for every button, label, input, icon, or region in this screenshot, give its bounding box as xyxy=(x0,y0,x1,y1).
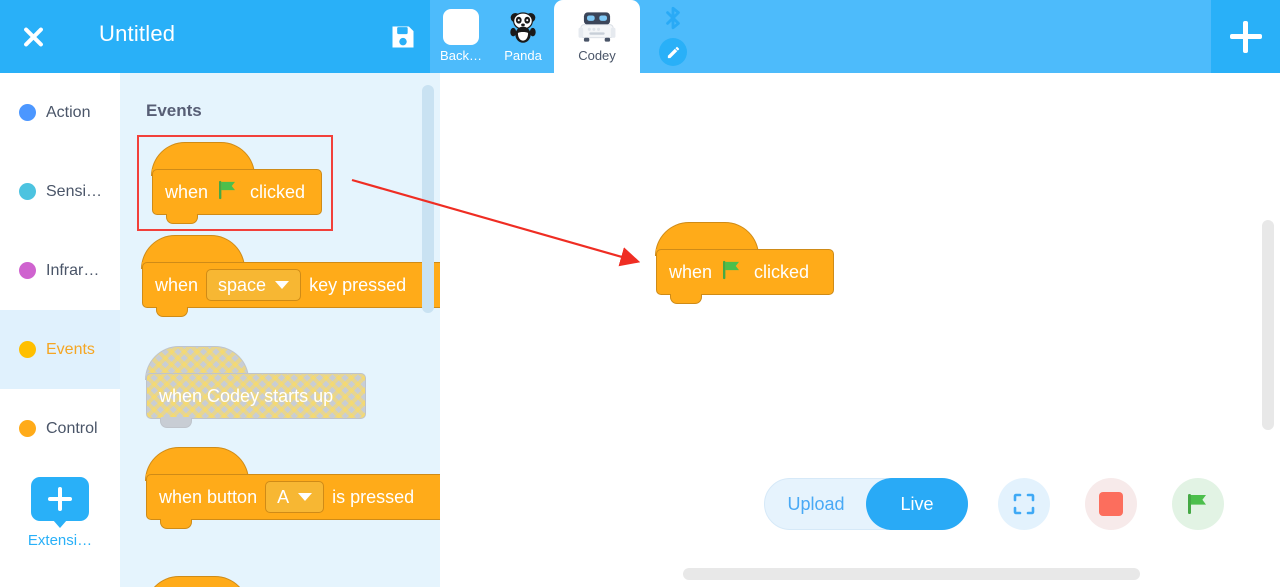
stop-square-icon xyxy=(1099,492,1123,516)
start-button[interactable] xyxy=(1172,478,1224,530)
mblock-app-window: Untitled Back… Panda Codey Action Sensi…… xyxy=(0,0,1280,587)
tab-codey[interactable]: Codey xyxy=(554,0,640,73)
block-text-pre: when xyxy=(165,181,209,202)
sidebar-item-label: Extensi… xyxy=(27,532,93,549)
sidebar-item-events[interactable]: Events xyxy=(0,310,120,389)
category-sidebar: Action Sensi… Infrar… Events Control Ext… xyxy=(0,73,120,587)
block-text-post: clicked xyxy=(250,181,306,202)
sidebar-item-label: Action xyxy=(46,103,91,121)
block-palette: Events when clicked when space key press… xyxy=(120,73,440,587)
palette-category-title: Events xyxy=(146,101,202,120)
add-device-button[interactable] xyxy=(1211,0,1280,73)
add-extension-icon xyxy=(31,477,89,521)
sidebar-item-label: Control xyxy=(46,419,98,437)
canvas-vertical-scrollbar[interactable] xyxy=(1262,220,1274,430)
block-text-post: is pressed xyxy=(332,486,415,507)
palette-scrollbar[interactable] xyxy=(422,85,434,313)
device-tabs: Back… Panda Codey xyxy=(430,0,640,73)
sidebar-item-label: Sensi… xyxy=(46,182,103,200)
backdrop-thumbnail xyxy=(441,7,481,47)
block-text-post: clicked xyxy=(754,261,810,282)
fullscreen-button[interactable] xyxy=(998,478,1050,530)
project-title: Untitled xyxy=(99,21,176,46)
palette-block-when-codey-starts-up[interactable]: when Codey starts up xyxy=(145,346,366,428)
chevron-down-icon xyxy=(275,281,290,289)
palette-block-when-button-pressed[interactable]: when button A is pressed xyxy=(145,447,440,529)
sidebar-item-action[interactable]: Action xyxy=(0,73,120,152)
green-flag-icon xyxy=(218,180,240,205)
key-dropdown[interactable]: space xyxy=(206,269,302,301)
tab-label: Codey xyxy=(578,48,616,63)
mode-option-upload[interactable]: Upload xyxy=(765,479,867,529)
tab-backdrop[interactable]: Back… xyxy=(430,0,492,73)
category-color-dot xyxy=(19,262,36,279)
chevron-down-icon xyxy=(298,493,313,501)
sidebar-item-extensions[interactable]: Extensi… xyxy=(0,477,120,549)
sidebar-item-label: Infrar… xyxy=(46,261,100,279)
bluetooth-icon[interactable] xyxy=(660,5,686,31)
palette-block-when-key-pressed[interactable]: when space key pressed xyxy=(141,235,440,317)
block-text-pre: when button xyxy=(159,486,258,507)
tab-label: Panda xyxy=(504,48,542,63)
category-color-dot xyxy=(19,420,36,437)
category-color-dot xyxy=(19,104,36,121)
save-icon-glyph xyxy=(392,26,414,48)
sidebar-item-label: Events xyxy=(46,340,95,358)
app-header: Untitled Back… Panda Codey xyxy=(0,0,1280,73)
green-flag-icon xyxy=(722,260,744,285)
dropdown-value: A xyxy=(277,486,290,507)
tab-label: Back… xyxy=(440,48,482,63)
green-flag-icon xyxy=(1188,494,1206,514)
sidebar-item-control[interactable]: Control xyxy=(0,389,120,468)
block-text-pre: when xyxy=(155,274,199,295)
canvas-horizontal-scrollbar[interactable] xyxy=(683,568,1140,580)
pencil-edit-icon[interactable] xyxy=(659,38,687,66)
button-dropdown[interactable]: A xyxy=(265,481,325,513)
canvas-block-when-flag-clicked[interactable]: when clicked xyxy=(655,222,834,304)
category-color-dot xyxy=(19,183,36,200)
dropdown-value: space xyxy=(218,274,267,295)
block-text: when Codey starts up xyxy=(159,385,334,406)
device-status-controls xyxy=(656,0,700,73)
sidebar-item-sensing[interactable]: Sensi… xyxy=(0,152,120,231)
upload-live-toggle[interactable]: Upload Live xyxy=(764,478,968,530)
header-left-panel xyxy=(0,0,430,73)
category-color-dot xyxy=(19,341,36,358)
block-text-post: key pressed xyxy=(309,274,407,295)
panda-sprite-icon xyxy=(503,7,543,47)
fullscreen-icon xyxy=(1013,493,1035,515)
close-icon[interactable] xyxy=(14,17,52,55)
mode-option-live[interactable]: Live xyxy=(866,478,968,530)
stop-button[interactable] xyxy=(1085,478,1137,530)
sidebar-item-infrared[interactable]: Infrar… xyxy=(0,231,120,310)
codey-robot-icon xyxy=(577,7,617,47)
block-text-pre: when xyxy=(669,261,713,282)
tab-panda[interactable]: Panda xyxy=(492,0,554,73)
save-icon[interactable] xyxy=(389,23,417,51)
